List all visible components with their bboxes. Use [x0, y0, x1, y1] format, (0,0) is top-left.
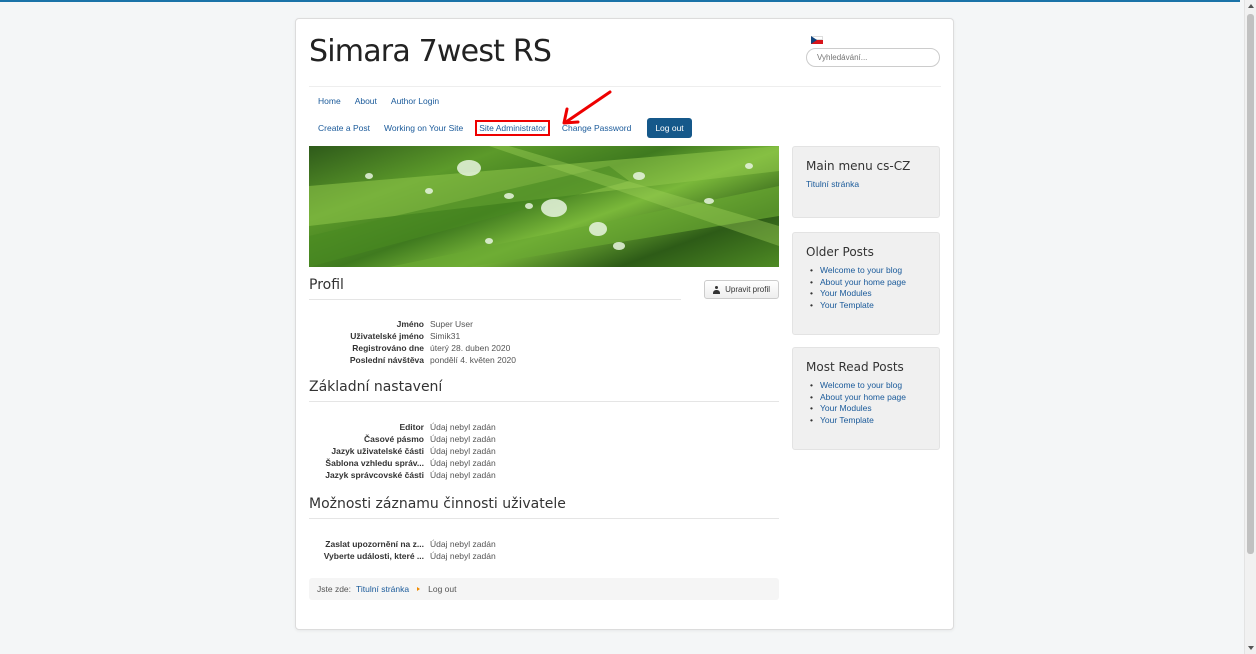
header-divider [309, 86, 941, 87]
basic-settings-details: Editor Údaj nebyl zadán Časové pásmo Údaj … [309, 421, 779, 481]
field-label: Editor [399, 422, 424, 432]
nav-home[interactable]: Home [318, 96, 341, 106]
scrollbar-thumb[interactable] [1247, 14, 1254, 554]
field-value: Údaj nebyl zadán [430, 422, 496, 432]
top-accent-line [0, 0, 1240, 2]
field-value: Údaj nebyl zadán [430, 470, 496, 480]
basic-settings-rule [309, 401, 779, 402]
site-title[interactable]: Simara 7west RS [309, 34, 552, 69]
field-value: pondělí 4. květen 2020 [430, 355, 517, 365]
profile-heading-rule [309, 299, 681, 300]
nav-about[interactable]: About [355, 96, 377, 106]
field-label: Vyberte události, které ... [323, 551, 424, 561]
list-item[interactable]: Welcome to your blog [810, 380, 926, 392]
field-value: Údaj nebyl zadán [430, 539, 496, 549]
field-label: Časové pásmo [364, 434, 424, 444]
page-container: Simara 7west RS Home About Author Login … [295, 18, 954, 630]
red-arrow-annotation-icon [562, 90, 612, 125]
breadcrumb-prefix: Jste zde: [317, 584, 352, 594]
list-item[interactable]: Welcome to your blog [810, 265, 926, 277]
field-label: Zaslat upozornění na z... [325, 539, 424, 549]
older-posts-list: Welcome to your blog About your home pag… [806, 265, 926, 311]
older-posts-title: Older Posts [806, 245, 874, 259]
list-item[interactable]: Your Modules [810, 403, 926, 415]
field-value: Super User [430, 319, 473, 329]
nav-create-post[interactable]: Create a Post [318, 123, 370, 133]
list-item[interactable]: Your Template [810, 300, 926, 312]
activity-log-rule [309, 518, 779, 519]
basic-settings-heading: Základní nastavení [309, 379, 443, 395]
nav-site-administrator[interactable]: Site Administrator [475, 120, 550, 136]
field-label: Poslední návštěva [349, 355, 424, 365]
edit-profile-button[interactable]: Upravit profil [704, 280, 779, 299]
header-banner-image [309, 146, 779, 267]
czech-flag-icon[interactable] [811, 36, 823, 44]
main-menu-title: Main menu cs-CZ [806, 159, 911, 173]
field-label: Jméno [396, 319, 424, 329]
field-value: Simik31 [430, 331, 461, 341]
breadcrumb: Jste zde: Titulní stránka Log out [309, 578, 779, 600]
search-input[interactable] [806, 48, 940, 67]
field-value: úterý 28. duben 2020 [430, 343, 511, 353]
older-posts-module: Older Posts Welcome to your blog About y… [792, 232, 940, 335]
most-read-module: Most Read Posts Welcome to your blog Abo… [792, 347, 940, 450]
field-label: Jazyk uživatelské části [331, 446, 424, 456]
list-item[interactable]: About your home page [810, 392, 926, 404]
list-item[interactable]: Your Modules [810, 288, 926, 300]
scroll-up-icon[interactable] [1248, 4, 1254, 8]
main-content: Profil Upravit profil Jméno Super User Už… [309, 277, 779, 600]
field-value: Údaj nebyl zadán [430, 434, 496, 444]
field-label: Šablona vzhledu správ... [325, 458, 424, 468]
activity-log-details: Zaslat upozornění na z... Údaj nebyl zadá… [309, 538, 779, 562]
main-menu-home-link[interactable]: Titulní stránka [806, 179, 926, 189]
logout-button[interactable]: Log out [647, 118, 692, 138]
field-value: Údaj nebyl zadán [430, 458, 496, 468]
field-label: Uživatelské jméno [350, 331, 424, 341]
field-label: Registrováno dne [352, 343, 424, 353]
field-value: Údaj nebyl zadán [430, 446, 496, 456]
most-read-list: Welcome to your blog About your home pag… [806, 380, 926, 426]
vertical-scrollbar[interactable] [1244, 0, 1256, 654]
scroll-down-icon[interactable] [1248, 646, 1254, 650]
nav-author-login[interactable]: Author Login [391, 96, 439, 106]
main-menu-module: Main menu cs-CZ Titulní stránka [792, 146, 940, 218]
breadcrumb-current: Log out [428, 584, 457, 594]
main-nav: Home About Author Login [318, 96, 439, 106]
edit-profile-label: Upravit profil [725, 285, 770, 294]
user-icon [713, 285, 721, 294]
list-item[interactable]: Your Template [810, 415, 926, 427]
field-label: Jazyk správcovské části [325, 470, 424, 480]
breadcrumb-home-link[interactable]: Titulní stránka [356, 584, 409, 594]
breadcrumb-separator-icon [417, 587, 421, 591]
activity-log-heading: Možnosti záznamu činnosti uživatele [309, 496, 566, 512]
nav-working-on-site[interactable]: Working on Your Site [384, 123, 463, 133]
user-nav: Create a Post Working on Your Site Site … [318, 118, 692, 138]
field-value: Údaj nebyl zadán [430, 551, 496, 561]
list-item[interactable]: About your home page [810, 277, 926, 289]
most-read-title: Most Read Posts [806, 360, 904, 374]
profile-details: Jméno Super User Uživatelské jméno Simik31… [309, 318, 779, 366]
